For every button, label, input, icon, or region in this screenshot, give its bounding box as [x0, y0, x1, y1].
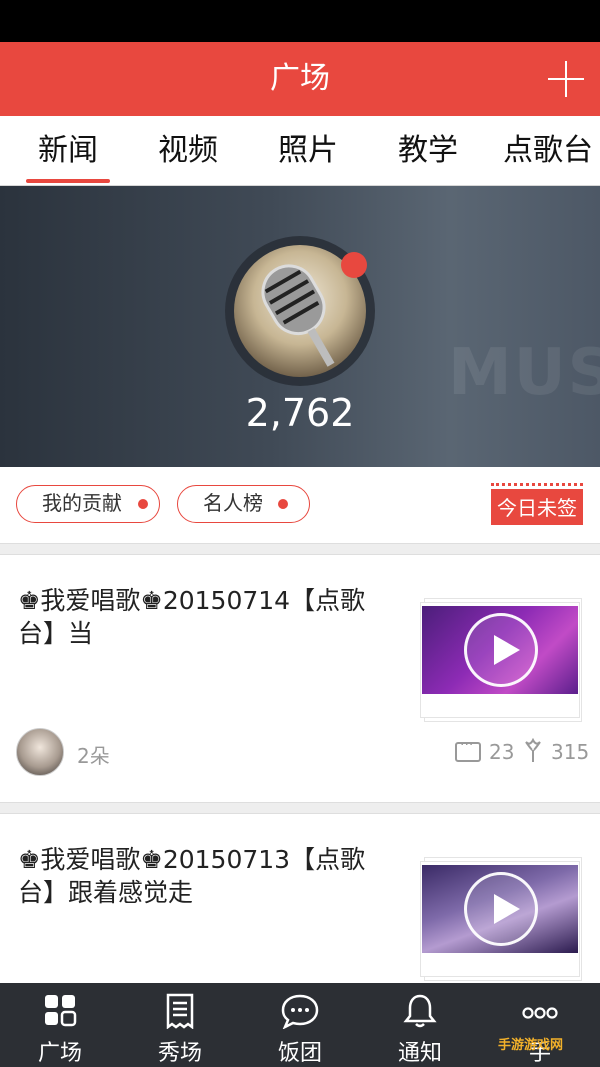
tab-photos[interactable]: 照片 — [258, 116, 358, 186]
video-thumbnail — [422, 606, 578, 694]
chat-bubble-icon — [281, 994, 319, 1029]
play-icon[interactable] — [464, 613, 538, 687]
action-row: 我的贡献 名人榜 今日未签 — [0, 467, 600, 543]
tab-bar: 新闻 视频 照片 教学 点歌台 — [0, 116, 600, 186]
tab-label: 教学 — [398, 133, 458, 168]
status-bar — [0, 0, 600, 42]
flower-icon[interactable] — [522, 738, 544, 764]
nav-label: 通知 — [397, 1041, 442, 1066]
grid-icon — [45, 995, 77, 1027]
flower-count: 2朵 — [77, 744, 110, 768]
active-tab-indicator — [26, 179, 110, 183]
post-thumbnail[interactable] — [420, 831, 582, 981]
celebrity-list-button[interactable]: 名人榜 — [177, 485, 310, 523]
post-title: ♚我爱唱歌♚20150714【点歌台】当 — [18, 586, 366, 648]
section-divider — [0, 543, 600, 555]
tab-video[interactable]: 视频 — [138, 116, 238, 186]
tab-song-request[interactable]: 点歌台 — [498, 116, 598, 186]
bottom-navigation: 广场 秀场 饭团 通知 手 — [0, 983, 600, 1067]
tab-news[interactable]: 新闻 — [18, 116, 118, 186]
more-icon — [522, 1007, 558, 1019]
section-divider — [0, 802, 600, 814]
like-count: 315 — [551, 740, 590, 764]
comment-icon[interactable] — [455, 737, 481, 762]
tab-label: 视频 — [158, 133, 218, 168]
my-contribution-label: 我的贡献 — [42, 491, 122, 515]
follower-count: 2,762 — [245, 391, 355, 435]
nav-item-notifications[interactable]: 通知 — [360, 983, 480, 1067]
nav-item-show[interactable]: 秀场 — [120, 983, 240, 1067]
post-title: ♚我爱唱歌♚20150713【点歌台】跟着感觉走 — [18, 845, 366, 907]
daily-sign-in-button[interactable]: 今日未签 — [491, 483, 583, 525]
notification-dot — [341, 252, 367, 278]
document-icon — [166, 993, 194, 1029]
nav-item-more[interactable]: 手 — [480, 983, 600, 1067]
contribution-dot — [138, 499, 148, 509]
video-thumbnail — [422, 865, 578, 953]
post-card[interactable]: ♚我爱唱歌♚20150713【点歌台】跟着感觉走 — [0, 815, 600, 983]
tab-label: 点歌台 — [503, 133, 593, 168]
play-icon[interactable] — [464, 872, 538, 946]
profile-banner: MUSI 2,762 — [0, 186, 600, 467]
tab-label: 照片 — [278, 133, 338, 168]
nav-label: 饭团 — [277, 1041, 322, 1066]
nav-label: 秀场 — [157, 1041, 202, 1066]
tab-label: 新闻 — [38, 133, 98, 168]
celebrity-list-label: 名人榜 — [203, 491, 263, 515]
celebrity-dot — [278, 499, 288, 509]
nav-item-fan-group[interactable]: 饭团 — [240, 983, 360, 1067]
my-contribution-button[interactable]: 我的贡献 — [16, 485, 160, 523]
plus-icon[interactable] — [546, 59, 586, 99]
nav-item-square[interactable]: 广场 — [0, 983, 120, 1067]
nav-label: 广场 — [37, 1041, 82, 1066]
app-header: 广场 — [0, 42, 600, 116]
post-thumbnail[interactable] — [420, 572, 582, 722]
comment-count: 23 — [489, 740, 515, 764]
watermark-logo: 手游游戏网 — [498, 1038, 564, 1053]
tab-teaching[interactable]: 教学 — [378, 116, 478, 186]
post-meta-row: 2朵 23 315 — [0, 728, 600, 780]
post-card[interactable]: ♚我爱唱歌♚20150714【点歌台】当 2朵 23 315 — [0, 556, 600, 802]
bell-icon — [403, 994, 437, 1028]
avatar[interactable] — [16, 728, 64, 776]
page-title: 广场 — [270, 61, 330, 96]
